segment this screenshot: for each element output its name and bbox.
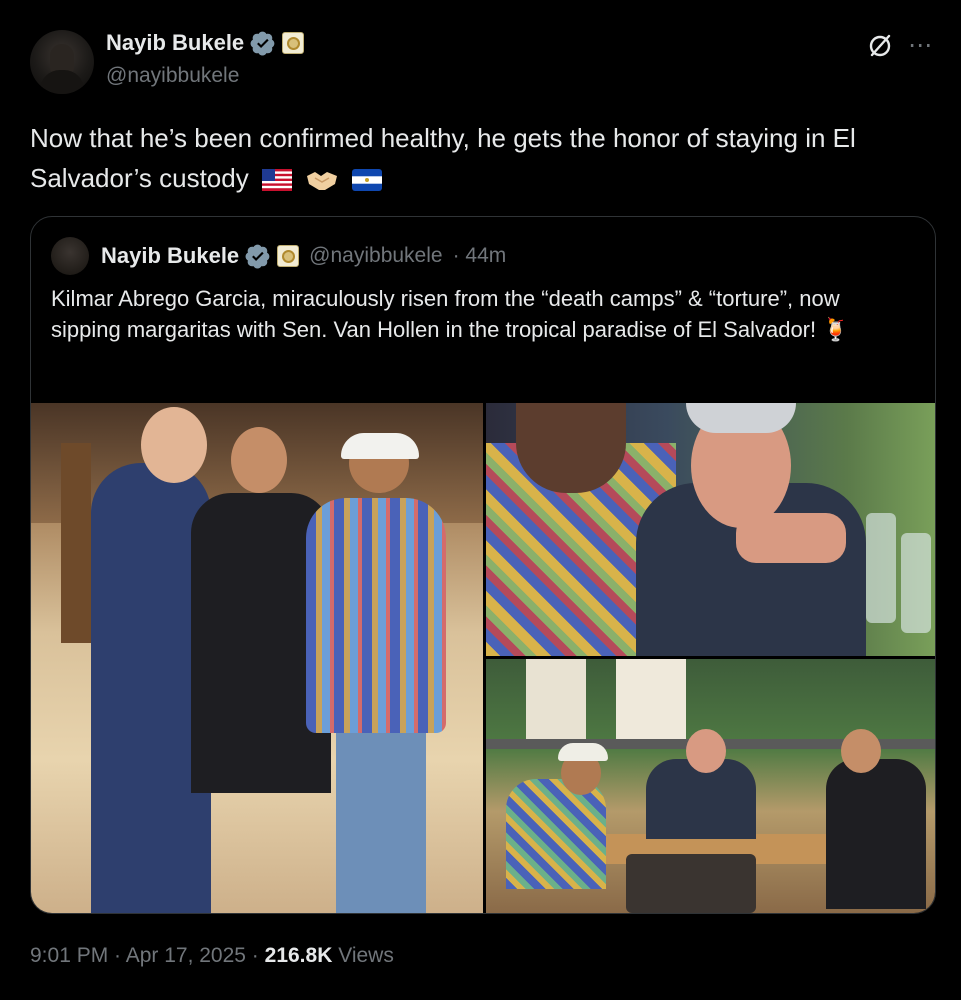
quoted-tweet-header: Nayib Bukele @nayibbukele · 44m <box>51 237 506 275</box>
tweet-text: Now that he’s been confirmed healthy, he… <box>30 118 930 198</box>
views-label: Views <box>332 944 394 967</box>
author-avatar[interactable] <box>30 30 94 94</box>
verified-badge-icon[interactable] <box>250 30 276 56</box>
us-flag-icon <box>261 169 292 192</box>
views-count: 216.8K <box>264 944 333 967</box>
tweet: Nayib Bukele @nayibbukele ⋯ Now that he’… <box>0 0 961 1000</box>
grok-icon[interactable] <box>866 32 894 60</box>
quoted-author-name[interactable]: Nayib Bukele <box>101 243 239 269</box>
restaurant-table-photo[interactable] <box>486 659 935 913</box>
el-salvador-flag-icon <box>352 169 383 192</box>
senator-closeup-photo[interactable] <box>486 403 935 656</box>
quoted-author-handle[interactable]: @nayibbukele <box>309 244 442 268</box>
more-options-icon[interactable]: ⋯ <box>908 34 933 58</box>
quoted-author-avatar[interactable] <box>51 237 89 275</box>
government-seal-icon[interactable] <box>277 245 300 267</box>
author-name-row: Nayib Bukele <box>106 30 305 56</box>
top-actions: ⋯ <box>866 32 933 60</box>
author-name[interactable]: Nayib Bukele <box>106 30 244 56</box>
tweet-meta: 9:01 PM · Apr 17, 2025 · 216.8K Views <box>30 944 394 968</box>
author-handle[interactable]: @nayibbukele <box>106 64 239 88</box>
quoted-tweet-time[interactable]: · 44m <box>453 244 507 268</box>
tweet-body: Now that he’s been confirmed healthy, he… <box>30 123 856 193</box>
tweet-timestamp[interactable]: 9:01 PM · Apr 17, 2025 · <box>30 944 265 967</box>
government-seal-icon[interactable] <box>282 32 305 54</box>
quoted-tweet-text: Kilmar Abrego Garcia, miraculously risen… <box>51 286 850 342</box>
handshake-photo[interactable] <box>31 403 483 913</box>
quoted-tweet[interactable]: Nayib Bukele @nayibbukele · 44m Kilmar A… <box>30 216 936 914</box>
verified-badge-icon[interactable] <box>245 243 271 269</box>
handshake-icon <box>307 172 338 191</box>
